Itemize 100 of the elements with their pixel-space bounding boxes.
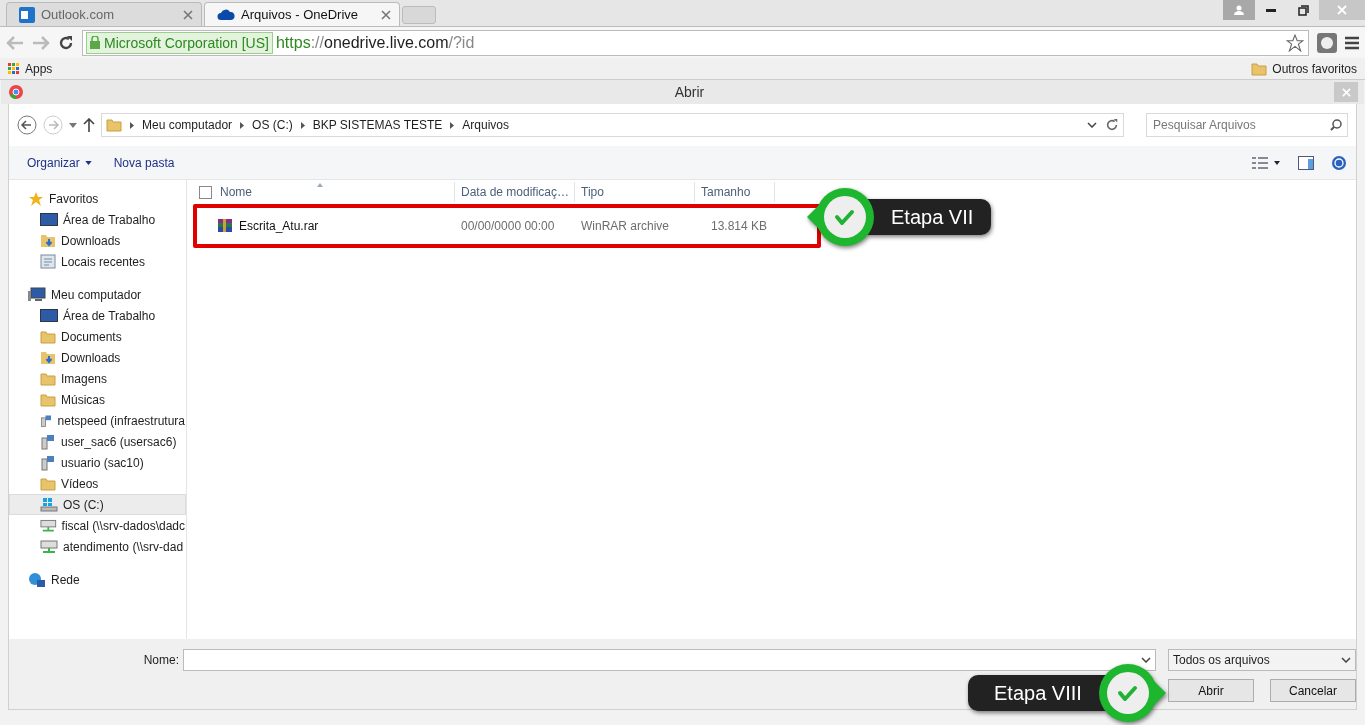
breadcrumb-item[interactable]: Arquivos (462, 118, 509, 132)
dialog-close-button[interactable] (1334, 82, 1358, 102)
star-icon (1286, 33, 1304, 52)
sidebar-group[interactable]: Rede (9, 569, 186, 590)
sidebar-item[interactable]: Documents (9, 326, 186, 347)
folder-icon (40, 329, 56, 344)
caret-icon (84, 160, 92, 165)
breadcrumb-item[interactable]: BKP SISTEMAS TESTE (312, 118, 443, 132)
item-label: Locais recentes (61, 254, 146, 269)
breadcrumb-item[interactable]: OS (C:) (252, 118, 293, 132)
reload-icon (58, 34, 74, 51)
close-icon (381, 9, 391, 20)
cloud-icon (217, 8, 235, 21)
sidebar-item[interactable]: user_sac6 (usersac6) (9, 431, 186, 452)
sidebar-item[interactable]: Músicas (9, 389, 186, 410)
item-label: Downloads (61, 233, 121, 248)
sidebar-item[interactable]: Locais recentes (9, 251, 186, 272)
star-icon (28, 190, 44, 207)
item-label: Imagens (61, 371, 108, 386)
menu-icon (1345, 35, 1359, 50)
browser-tab[interactable]: Arquivos - OneDrive (204, 2, 400, 26)
mail-icon (19, 6, 35, 23)
desktop-icon (40, 213, 58, 226)
folder-icon (40, 392, 56, 407)
date-cell-text: 00/00/0000 00:00 (460, 219, 556, 233)
browser-tab[interactable]: Outlook.com (6, 2, 202, 26)
other-bookmarks[interactable]: Outros favoritos (1251, 61, 1357, 76)
column-header[interactable]: Tipo (575, 182, 695, 202)
file-row[interactable]: Escrita_Atu.rar 00/00/0000 00:00 WinRAR archive 13.814 KB (193, 204, 821, 248)
sidebar-item[interactable]: Área de Trabalho (9, 305, 186, 326)
column-header[interactable]: Tamanho (695, 182, 775, 202)
item-label: user_sac6 (usersac6) (61, 434, 177, 449)
back-arrow-icon (6, 35, 24, 50)
item-label: Área de Trabalho (63, 212, 156, 227)
organize-menu[interactable]: Organizar (27, 153, 92, 172)
new-tab-button[interactable] (402, 6, 436, 24)
sidebar-item[interactable]: Imagens (9, 368, 186, 389)
checkbox-icon (199, 185, 212, 199)
item-label: netspeed (infraestrutura (57, 413, 185, 428)
download-folder-icon (40, 350, 56, 365)
chevron-icon (300, 121, 305, 129)
cancel-button[interactable]: Cancelar (1270, 679, 1356, 702)
network-drive-icon (40, 539, 58, 554)
sidebar-group[interactable]: Meu computador (9, 284, 186, 305)
folder-icon (40, 476, 56, 491)
step-label: Etapa VII (865, 199, 992, 235)
caret-icon (69, 122, 77, 128)
apps-grid-icon (8, 62, 20, 75)
chevron-down-icon (1087, 122, 1097, 128)
sidebar-item[interactable]: Downloads (9, 347, 186, 368)
archive-icon (217, 218, 233, 234)
network-drive-icon (40, 518, 57, 533)
open-button[interactable]: Abrir (1168, 679, 1254, 702)
item-label: Documents (61, 329, 122, 344)
back-button[interactable] (17, 115, 37, 135)
file-name-field[interactable] (183, 649, 1156, 671)
sidebar-item[interactable]: OS (C:) (9, 494, 186, 515)
column-header[interactable]: Data de modificaç… (455, 182, 575, 202)
network-folder-icon (40, 433, 56, 450)
person-icon (1234, 5, 1244, 15)
folder-icon (106, 118, 122, 132)
close-icon (183, 9, 193, 20)
sidebar-item[interactable]: Vídeos (9, 473, 186, 494)
sidebar-item[interactable]: atendimento (\\srv-dad (9, 536, 186, 557)
name-label: Nome: (142, 653, 179, 667)
file-name: Escrita_Atu.rar (239, 219, 319, 233)
breadcrumb-item[interactable]: Meu computador (142, 118, 233, 132)
network-folder-icon (40, 412, 53, 429)
breadcrumb-bar[interactable]: Meu computador OS (C:) BKP SISTEMAS TESTE Arquivos (101, 113, 1124, 137)
search-field[interactable]: Pesquisar Arquivos (1146, 113, 1348, 137)
lock-icon (90, 36, 100, 49)
preview-pane-icon (1298, 155, 1314, 170)
chevron-icon (240, 121, 245, 129)
address-bar[interactable]: Microsoft Corporation [US] https://onedrive.live.com/?id (82, 29, 1309, 56)
tab-title: Outlook.com (41, 7, 115, 22)
apps-bookmark[interactable]: Apps (8, 61, 53, 76)
forward-arrow-icon (32, 35, 50, 50)
size-cell-text: 13.814 KB (709, 219, 768, 233)
up-arrow-icon (83, 118, 95, 132)
new-folder-button[interactable]: Nova pasta (113, 153, 175, 172)
drive-icon (40, 497, 58, 512)
chevron-icon (130, 121, 134, 129)
sort-arrow-icon (317, 183, 323, 187)
file-type-dropdown[interactable]: Todos os arquivos (1168, 649, 1356, 671)
forward-button[interactable] (43, 115, 63, 135)
folder-icon (1251, 61, 1268, 76)
browser-logo-icon (9, 85, 23, 99)
chevron-icon (450, 121, 455, 129)
item-label: Área de Trabalho (63, 308, 156, 323)
sidebar-item[interactable]: Downloads (9, 230, 186, 251)
column-header[interactable]: Nome (193, 182, 455, 202)
sidebar-item[interactable]: usuario (sac10) (9, 452, 186, 473)
sidebar-group[interactable]: Favoritos (9, 188, 186, 209)
step-label: Etapa VIII (968, 675, 1108, 711)
minimize-icon (1266, 8, 1276, 12)
sidebar-item[interactable]: netspeed (infraestrutura (9, 410, 186, 431)
sidebar-item[interactable]: Área de Trabalho (9, 209, 186, 230)
restore-icon (1297, 4, 1309, 16)
sidebar-item[interactable]: fiscal (\\srv-dados\dadc (9, 515, 186, 536)
group-label: Favoritos (49, 191, 99, 206)
